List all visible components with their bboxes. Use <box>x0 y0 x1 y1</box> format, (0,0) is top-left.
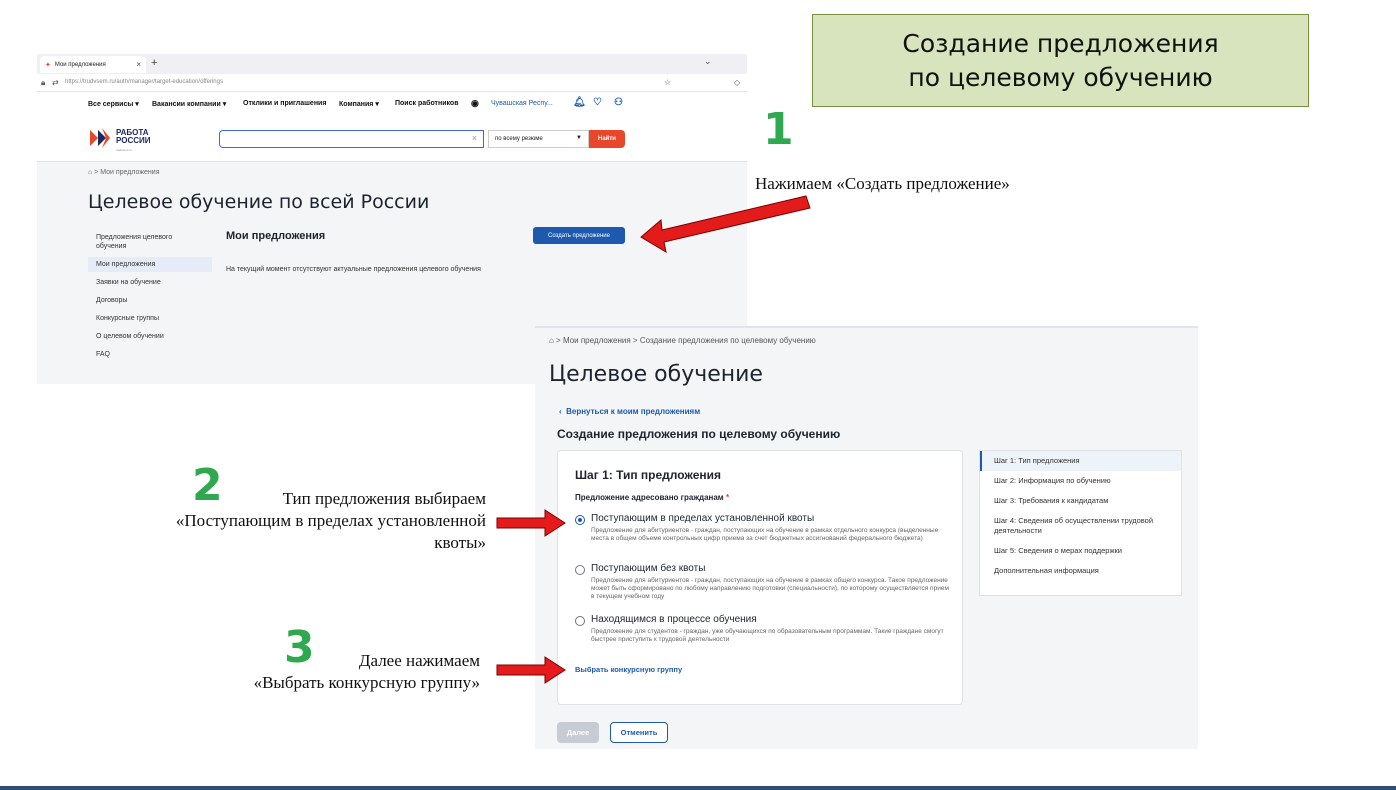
sidebar-item-about[interactable]: О целевом обучении <box>88 329 212 344</box>
annotation-step1: Нажимаем «Создать предложение» <box>755 174 1010 193</box>
steps-item-1[interactable]: Шаг 1: Тип предложения <box>980 451 1181 471</box>
logo-text: РАБОТА РОССИИ <box>116 128 151 145</box>
create-offer-button[interactable]: Создать предложение <box>533 227 625 244</box>
header-row: РАБОТА РОССИИ trudvsem.ru × по всему резю… <box>37 116 747 162</box>
page-title: Целевое обучение <box>549 362 763 387</box>
new-tab-icon[interactable]: + <box>151 57 157 69</box>
screenshot-create-offer-page: ⌂ > Мои предложения > Создание предложен… <box>535 326 1198 749</box>
browser-tab[interactable]: ✦ Мои предложения × <box>40 56 146 73</box>
logo-subtitle: trudvsem.ru <box>116 148 132 152</box>
slide-title-box: Создание предложения по целевому обучени… <box>812 14 1309 107</box>
step-number-1: 1 <box>763 104 794 155</box>
side-nav: Предложения целевого обучения Мои предло… <box>88 230 212 365</box>
cancel-button[interactable]: Отменить <box>610 722 668 743</box>
star-icon[interactable]: ☆ <box>664 78 671 87</box>
radio-studying[interactable] <box>575 616 585 626</box>
option-desc: Предложение для абитуриентов - граждан, … <box>591 577 949 600</box>
nav-company-vacancies[interactable]: Вакансии компании ▾ <box>152 100 226 108</box>
option-desc: Предложение для абитуриентов - граждан, … <box>591 527 939 542</box>
nav-company[interactable]: Компания ▾ <box>339 100 379 108</box>
browser-tabbar: ✦ Мои предложения × + ⌄ <box>37 54 747 74</box>
option-title: Поступающим в пределах установленной кво… <box>591 513 815 524</box>
option-title: Находящимся в процессе обучения <box>591 614 757 625</box>
nav-all-services[interactable]: Все сервисы ▾ <box>88 100 139 108</box>
shield-icon[interactable]: ◇ <box>734 78 740 87</box>
top-nav: Все сервисы ▾ Вакансии компании ▾ Отклик… <box>37 92 747 116</box>
steps-item-5[interactable]: Шаг 5: Сведения о мерах поддержки <box>980 541 1181 561</box>
search-scope-select[interactable]: по всему резюме ▼ <box>488 130 589 148</box>
slide-footer-line <box>0 786 1396 790</box>
logo-icon <box>90 128 110 148</box>
steps-item-2[interactable]: Шаг 2: Информация по обучению <box>980 471 1181 491</box>
breadcrumb[interactable]: ⌂ > Мои предложения > Создание предложен… <box>549 336 816 345</box>
user-icon[interactable]: ⚇ <box>614 97 623 108</box>
radio-no-quota[interactable] <box>575 565 585 575</box>
steps-nav: Шаг 1: Тип предложения Шаг 2: Информация… <box>979 450 1182 596</box>
region-selector[interactable]: Чувашская Респу... <box>491 100 553 107</box>
next-button[interactable]: Далее <box>557 722 599 743</box>
radio-quota[interactable] <box>575 515 585 525</box>
steps-item-3[interactable]: Шаг 3: Требования к кандидатам <box>980 491 1181 511</box>
breadcrumb[interactable]: ⌂ > Мои предложения <box>88 169 160 176</box>
bell-icon[interactable]: 🔔︎ <box>573 97 586 108</box>
page-title: Целевое обучение по всей России <box>88 191 430 213</box>
eye-icon[interactable]: ◉ <box>471 98 479 109</box>
annotation-step2: Тип предложения выбираем «Поступающим в … <box>175 489 486 552</box>
nav-responses[interactable]: Отклики и приглашения <box>243 100 326 107</box>
lock-icon: 🔒︎ <box>41 78 46 87</box>
favicon-icon: ✦ <box>45 61 51 69</box>
sidebar-item-offers[interactable]: Предложения целевого обучения <box>88 230 212 254</box>
sidebar-item-my-offers[interactable]: Мои предложения <box>88 257 212 272</box>
steps-item-4[interactable]: Шаг 4: Сведения об осуществлении трудово… <box>980 511 1181 541</box>
clear-icon[interactable]: × <box>472 133 477 143</box>
empty-state-text: На текущий момент отсутствуют актуальные… <box>226 266 481 273</box>
caret-down-icon: ▼ <box>576 135 582 141</box>
annotation-step3: Далее нажимаем «Выбрать конкурсную групп… <box>253 651 480 692</box>
option-desc: Предложение для студентов - граждан, уже… <box>591 628 944 643</box>
sidebar-item-applications[interactable]: Заявки на обучение <box>88 275 212 290</box>
address-bar[interactable]: 🔒︎ ⇄ https://trudvsem.ru/auth/manager/ta… <box>37 74 747 92</box>
sidebar-item-competitive-groups[interactable]: Конкурсные группы <box>88 311 212 326</box>
step-title: Шаг 1: Тип предложения <box>575 468 722 482</box>
slide-title-line1: Создание предложения <box>902 28 1219 58</box>
section-title: Мои предложения <box>226 230 326 242</box>
search-button[interactable]: Найти <box>589 130 625 148</box>
nav-search-workers[interactable]: Поиск работников <box>395 100 459 107</box>
sidebar-item-faq[interactable]: FAQ <box>88 347 212 362</box>
site-settings-icon[interactable]: ⇄ <box>52 78 59 87</box>
form-subtitle: Создание предложения по целевому обучени… <box>557 427 841 441</box>
chevron-down-icon[interactable]: ⌄ <box>704 56 712 67</box>
close-icon[interactable]: × <box>136 60 141 69</box>
step-card: Шаг 1: Тип предложения Предложение адрес… <box>557 450 963 705</box>
sidebar-item-contracts[interactable]: Договоры <box>88 293 212 308</box>
option-title: Поступающим без квоты <box>591 563 706 574</box>
back-link[interactable]: ‹ Вернуться к моим предложениям <box>559 407 700 416</box>
slide-title-line2: по целевому обучению <box>908 62 1213 92</box>
heart-icon[interactable]: ♡ <box>593 97 602 108</box>
steps-item-extra[interactable]: Дополнительная информация <box>980 561 1181 581</box>
url-text: https://trudvsem.ru/auth/manager/target-… <box>65 79 223 85</box>
addressee-label: Предложение адресовано гражданам * <box>575 493 730 502</box>
search-input[interactable]: × <box>219 130 484 148</box>
tab-title: Мои предложения <box>54 61 106 68</box>
pick-competitive-group-link[interactable]: Выбрать конкурсную группу <box>575 665 682 674</box>
